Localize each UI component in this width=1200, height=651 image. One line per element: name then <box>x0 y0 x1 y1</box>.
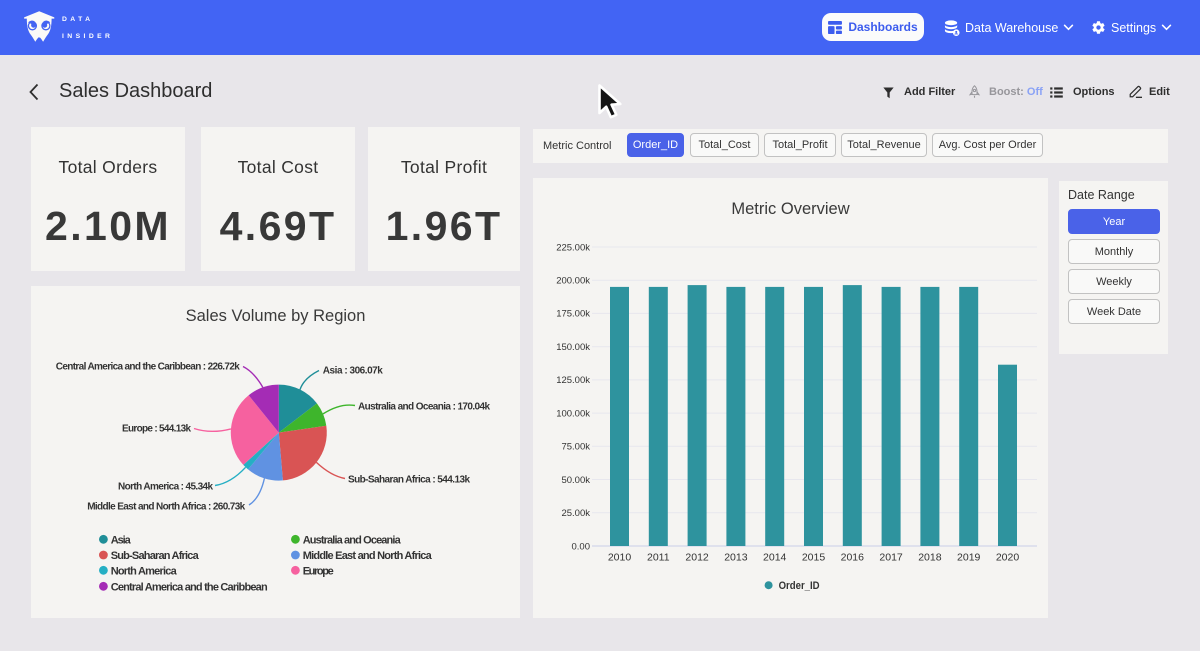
svg-text:2010: 2010 <box>608 551 632 563</box>
svg-text:Australia and Oceania: Australia and Oceania <box>303 534 402 546</box>
svg-text:Europe : 544.13k: Europe : 544.13k <box>122 424 191 435</box>
svg-text:2015: 2015 <box>802 551 826 563</box>
svg-text:100.00k: 100.00k <box>556 408 590 419</box>
svg-text:Asia : 306.07k: Asia : 306.07k <box>323 366 383 377</box>
svg-text:2011: 2011 <box>647 551 670 563</box>
svg-text:150.00k: 150.00k <box>556 342 590 353</box>
svg-text:200.00k: 200.00k <box>556 276 590 287</box>
svg-text:North America: North America <box>111 565 178 577</box>
svg-text:Middle East and North Africa: Middle East and North Africa <box>303 550 433 562</box>
svg-text:2016: 2016 <box>841 551 865 563</box>
svg-text:225.00k: 225.00k <box>556 242 590 253</box>
svg-text:50.00k: 50.00k <box>561 475 590 486</box>
svg-text:2014: 2014 <box>763 551 787 563</box>
svg-text:Europe: Europe <box>303 565 334 577</box>
svg-text:2013: 2013 <box>724 551 748 563</box>
svg-text:0.00: 0.00 <box>572 541 591 552</box>
svg-text:Central America and the Caribb: Central America and the Caribbean : 226.… <box>56 362 240 373</box>
svg-text:125.00k: 125.00k <box>556 375 590 386</box>
svg-text:175.00k: 175.00k <box>556 309 590 320</box>
svg-text:Order_ID: Order_ID <box>779 580 820 592</box>
svg-text:75.00k: 75.00k <box>561 442 590 453</box>
svg-text:Sub-Saharan Africa: Sub-Saharan Africa <box>111 550 200 562</box>
svg-text:2012: 2012 <box>685 551 709 563</box>
svg-text:North America : 45.34k: North America : 45.34k <box>118 481 213 492</box>
svg-text:2019: 2019 <box>957 551 981 563</box>
svg-text:25.00k: 25.00k <box>561 508 590 519</box>
svg-text:Metric Overview: Metric Overview <box>731 200 849 218</box>
svg-text:Asia: Asia <box>111 534 132 546</box>
svg-text:2020: 2020 <box>996 551 1020 563</box>
svg-text:Australia and Oceania : 170.04: Australia and Oceania : 170.04k <box>358 401 490 412</box>
svg-text:2018: 2018 <box>918 551 942 563</box>
svg-text:Sub-Saharan Africa : 544.13k: Sub-Saharan Africa : 544.13k <box>348 475 470 486</box>
svg-text:Middle East and North Africa :: Middle East and North Africa : 260.73k <box>87 501 245 512</box>
svg-text:2017: 2017 <box>879 551 903 563</box>
svg-text:Sales Volume by Region: Sales Volume by Region <box>186 307 366 325</box>
svg-text:Central America and the Caribb: Central America and the Caribbean <box>111 581 268 593</box>
